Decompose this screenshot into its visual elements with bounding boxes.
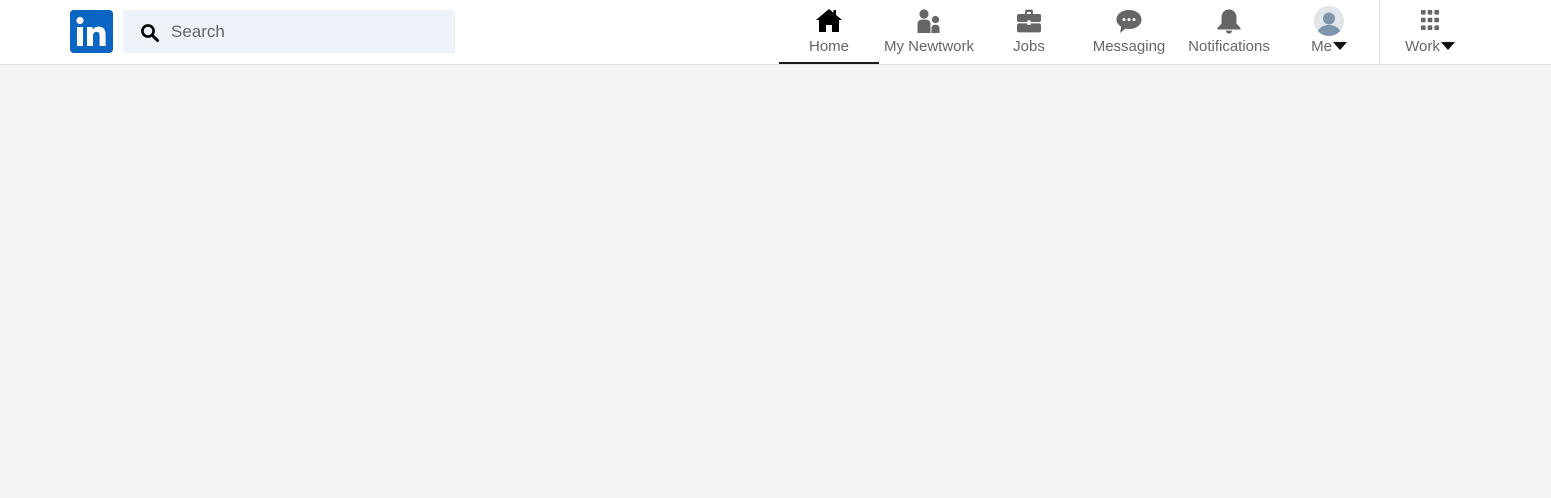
search-input[interactable] bbox=[171, 10, 441, 53]
nav-label-work-wrap: Work bbox=[1380, 38, 1480, 55]
linkedin-logo[interactable] bbox=[70, 10, 113, 53]
nav-label-messaging: Messaging bbox=[1092, 38, 1166, 55]
avatar bbox=[1314, 6, 1344, 36]
nav-label-jobs: Jobs bbox=[1013, 38, 1045, 55]
active-indicator bbox=[779, 62, 879, 64]
nav-item-work[interactable]: Work bbox=[1380, 0, 1480, 64]
nav-label-home: Home bbox=[808, 38, 849, 55]
nav-label-work: Work bbox=[1405, 38, 1440, 55]
main-content-area bbox=[0, 65, 1551, 498]
home-icon bbox=[814, 7, 844, 35]
nav-item-messaging[interactable]: Messaging bbox=[1079, 0, 1179, 64]
chevron-down-icon bbox=[1332, 42, 1347, 51]
top-navbar: Home My Newtwork Jobs bbox=[0, 0, 1551, 65]
network-icon bbox=[914, 7, 944, 35]
linkedin-logo-icon bbox=[70, 10, 113, 53]
nav-label-notifications: Notifications bbox=[1188, 38, 1270, 55]
bell-icon bbox=[1214, 7, 1244, 35]
nav-label-me: Me bbox=[1311, 38, 1332, 55]
nav-item-home[interactable]: Home bbox=[779, 0, 879, 64]
search-bar[interactable] bbox=[123, 10, 455, 53]
nav-label-me-wrap: Me bbox=[1279, 38, 1379, 55]
search-icon bbox=[140, 23, 160, 43]
briefcase-icon bbox=[1014, 7, 1044, 35]
nav-item-me[interactable]: Me bbox=[1279, 0, 1379, 64]
grid-icon bbox=[1415, 7, 1445, 35]
nav-item-notifications[interactable]: Notifications bbox=[1179, 0, 1279, 64]
messaging-icon bbox=[1114, 7, 1144, 35]
nav-item-jobs[interactable]: Jobs bbox=[979, 0, 1079, 64]
nav-label-my-network: My Newtwork bbox=[883, 38, 974, 55]
nav-item-my-network[interactable]: My Newtwork bbox=[879, 0, 979, 64]
chevron-down-icon bbox=[1440, 42, 1455, 51]
